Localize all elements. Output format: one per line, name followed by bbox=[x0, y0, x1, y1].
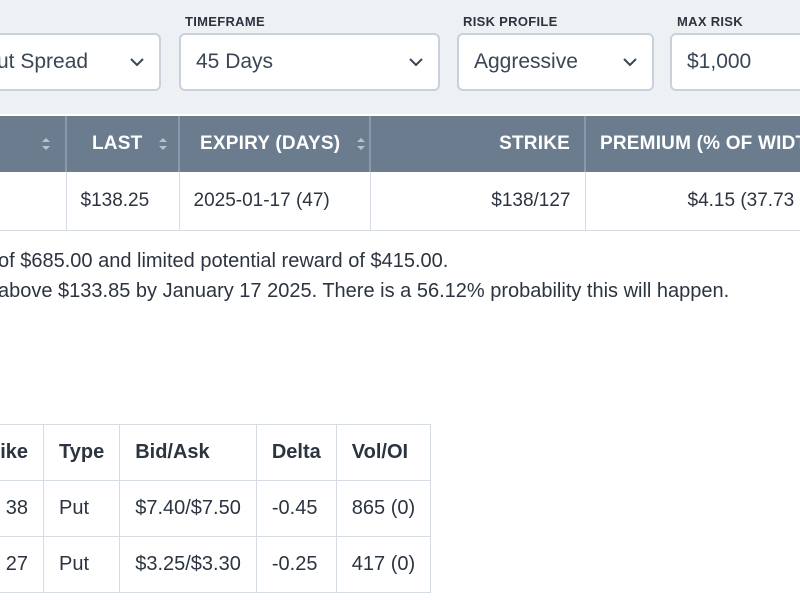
leg-type: Put bbox=[42, 536, 121, 593]
sort-icon bbox=[42, 137, 50, 150]
results-header-row: LAST EXPIRY (DAYS) STRIKE PREMIUM (% OF … bbox=[0, 116, 800, 172]
risk-profile-label: RISK PROFILE bbox=[463, 14, 558, 29]
leg-vol-oi: 865 (0) bbox=[335, 480, 432, 537]
timeframe-label: TIMEFRAME bbox=[185, 14, 265, 29]
sort-icon bbox=[356, 137, 365, 150]
risk-profile-select-value: Aggressive bbox=[474, 50, 578, 73]
chevron-down-icon bbox=[130, 58, 144, 67]
legs-header-strike: ike bbox=[0, 424, 44, 481]
leg-strike: 27 bbox=[0, 536, 44, 593]
cell-last: $138.25 bbox=[66, 172, 180, 231]
summary-probability: above $133.85 by January 17 2025. There … bbox=[0, 280, 730, 302]
leg-delta: -0.45 bbox=[255, 480, 337, 537]
leg-bid-ask: $7.40/$7.50 bbox=[119, 480, 257, 537]
leg-strike: 38 bbox=[0, 480, 44, 537]
column-header-premium[interactable]: PREMIUM (% OF WIDTH bbox=[585, 116, 800, 172]
strategy-select[interactable]: ut Spread bbox=[0, 33, 161, 91]
leg-bid-ask: $3.25/$3.30 bbox=[119, 536, 257, 593]
strategy-select-value: ut Spread bbox=[0, 50, 89, 73]
legs-header-delta: Delta bbox=[255, 424, 337, 481]
cell-strike: $138/127 bbox=[370, 172, 586, 231]
legs-header-type: Type bbox=[42, 424, 121, 481]
cell-expiry: 2025-01-17 (47) bbox=[179, 172, 371, 231]
cell-symbol bbox=[0, 172, 67, 231]
column-header-strike[interactable]: STRIKE bbox=[370, 116, 586, 172]
leg-type: Put bbox=[42, 480, 121, 537]
cell-premium: $4.15 (37.73 bbox=[585, 172, 800, 231]
results-table: LAST EXPIRY (DAYS) STRIKE PREMIUM (% OF … bbox=[0, 116, 800, 231]
chevron-down-icon bbox=[623, 58, 637, 67]
timeframe-select[interactable]: 45 Days bbox=[179, 33, 440, 91]
table-row: 38 Put $7.40/$7.50 -0.45 865 (0) bbox=[0, 480, 432, 537]
filter-bar: ut Spread TIMEFRAME 45 Days RISK PROFILE… bbox=[0, 0, 800, 114]
timeframe-select-value: 45 Days bbox=[196, 50, 274, 73]
column-header-symbol[interactable] bbox=[0, 116, 67, 172]
summary-risk-reward: of $685.00 and limited potential reward … bbox=[0, 250, 449, 272]
risk-profile-select[interactable]: Aggressive bbox=[457, 33, 654, 91]
sort-icon bbox=[158, 137, 167, 150]
legs-header-row: ike Type Bid/Ask Delta Vol/OI bbox=[0, 424, 432, 481]
max-risk-value: $1,000 bbox=[687, 50, 752, 73]
legs-header-vol-oi: Vol/OI bbox=[335, 424, 432, 481]
table-row[interactable]: $138.25 2025-01-17 (47) $138/127 $4.15 (… bbox=[0, 172, 800, 231]
leg-delta: -0.25 bbox=[255, 536, 337, 593]
legs-table: ike Type Bid/Ask Delta Vol/OI 38 Put $7.… bbox=[0, 424, 432, 593]
column-header-last[interactable]: LAST bbox=[66, 116, 180, 172]
table-row: 27 Put $3.25/$3.30 -0.25 417 (0) bbox=[0, 536, 432, 593]
legs-header-bid-ask: Bid/Ask bbox=[119, 424, 257, 481]
leg-vol-oi: 417 (0) bbox=[335, 536, 432, 593]
max-risk-label: MAX RISK bbox=[677, 14, 743, 29]
max-risk-input[interactable]: $1,000 bbox=[670, 33, 800, 91]
column-header-expiry[interactable]: EXPIRY (DAYS) bbox=[179, 116, 371, 172]
chevron-down-icon bbox=[409, 58, 423, 67]
